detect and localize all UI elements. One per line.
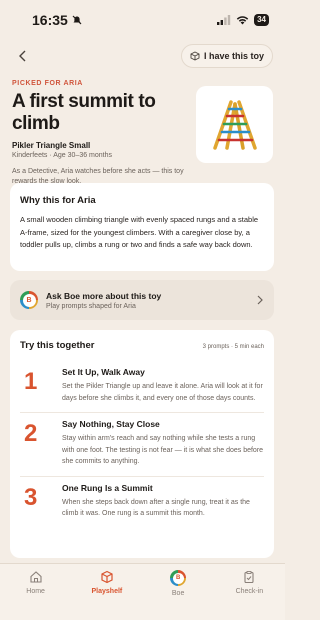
product-meta: Kinderfeets · Age 30–36 months	[12, 152, 113, 159]
why-body: A small wooden climbing triangle with ev…	[20, 215, 259, 250]
tab-home[interactable]: Home	[0, 564, 71, 620]
step-body: One Rung Is a Summit When she steps back…	[62, 483, 264, 520]
prompt-step: 1 Set It Up, Walk Away Set the Pikler Tr…	[20, 361, 264, 412]
product-name: Pikler Triangle Small	[12, 141, 91, 150]
hero-section: PICKED FOR ARIA A first summit to climb …	[0, 72, 285, 187]
step-number: 2	[24, 420, 38, 447]
try-card: Try this together 3 prompts · 5 min each…	[10, 330, 274, 558]
tab-boe-label: Boe	[171, 590, 185, 597]
ask-text: Ask Boe more about this toy Play prompts…	[46, 291, 248, 310]
box-icon	[190, 51, 200, 61]
clock-text: 16:35	[32, 12, 68, 28]
ask-boe-button[interactable]: B Ask Boe more about this toy Play promp…	[10, 280, 274, 320]
step-number: 1	[24, 368, 38, 395]
step-text: Stay within arm's reach and say nothing …	[62, 435, 264, 465]
top-bar: I have this toy	[0, 40, 285, 72]
boe-icon: B	[170, 570, 187, 586]
try-header: Try this together 3 prompts · 5 min each	[20, 340, 264, 351]
signal-icon	[217, 15, 231, 25]
battery-indicator: 34	[254, 14, 269, 26]
prompt-step: 2 Say Nothing, Stay Close Stay within ar…	[20, 412, 264, 476]
tab-home-label: Home	[26, 588, 45, 595]
chevron-left-icon	[19, 50, 26, 62]
toy-image	[196, 86, 273, 163]
boe-avatar-letter: B	[22, 293, 36, 307]
prompt-step: 3 One Rung Is a Summit When she steps ba…	[20, 475, 264, 528]
tab-playshelf-label: Playshelf	[91, 588, 123, 595]
step-title: One Rung Is a Summit	[62, 482, 153, 493]
boe-icon-letter: B	[172, 572, 184, 584]
step-title: Set It Up, Walk Away	[62, 367, 145, 377]
back-button[interactable]	[12, 45, 34, 67]
step-text: Set the Pikler Triangle up and leave it …	[62, 383, 263, 402]
why-title: Why this for Aria	[20, 195, 96, 206]
eyebrow-label: PICKED FOR ARIA	[12, 80, 83, 87]
bell-muted-icon	[72, 15, 82, 25]
step-body: Set It Up, Walk Away Set the Pikler Tria…	[62, 367, 264, 404]
clipboard-icon	[244, 571, 254, 584]
try-meta: 3 prompts · 5 min each	[202, 344, 264, 350]
ask-subtitle: Play prompts shaped for Aria	[46, 302, 136, 310]
ask-title: Ask Boe more about this toy	[46, 290, 162, 301]
status-bar: 16:35 34	[0, 0, 285, 40]
step-body: Say Nothing, Stay Close Stay within arm'…	[62, 419, 264, 468]
tab-playshelf[interactable]: Playshelf	[71, 564, 142, 620]
tab-check-in-label: Check-in	[235, 588, 264, 595]
page-title: A first summit to climb	[12, 91, 156, 134]
step-number: 3	[24, 483, 38, 511]
have-toy-label: I have this toy	[203, 51, 264, 61]
why-card: Why this for Aria A small wooden climbin…	[10, 183, 274, 271]
try-title: Try this together	[20, 340, 95, 351]
chevron-right-icon	[257, 295, 263, 305]
status-time: 16:35	[32, 12, 82, 28]
step-title: Say Nothing, Stay Close	[62, 419, 160, 429]
tab-boe[interactable]: B Boe	[143, 564, 214, 620]
wifi-icon	[236, 16, 249, 25]
home-icon	[30, 571, 42, 583]
tab-check-in[interactable]: Check-in	[214, 564, 285, 620]
have-toy-button[interactable]: I have this toy	[180, 44, 273, 68]
step-text: When she steps back down after a single …	[62, 498, 250, 518]
boe-avatar: B	[20, 291, 38, 309]
box-icon	[101, 570, 113, 584]
tab-bar: Home Playshelf B Boe Check-in	[0, 563, 285, 620]
status-icons: 34	[217, 14, 269, 26]
pikler-triangle-illustration	[212, 99, 257, 150]
hero-text: PICKED FOR ARIA A first summit to climb …	[12, 80, 190, 187]
